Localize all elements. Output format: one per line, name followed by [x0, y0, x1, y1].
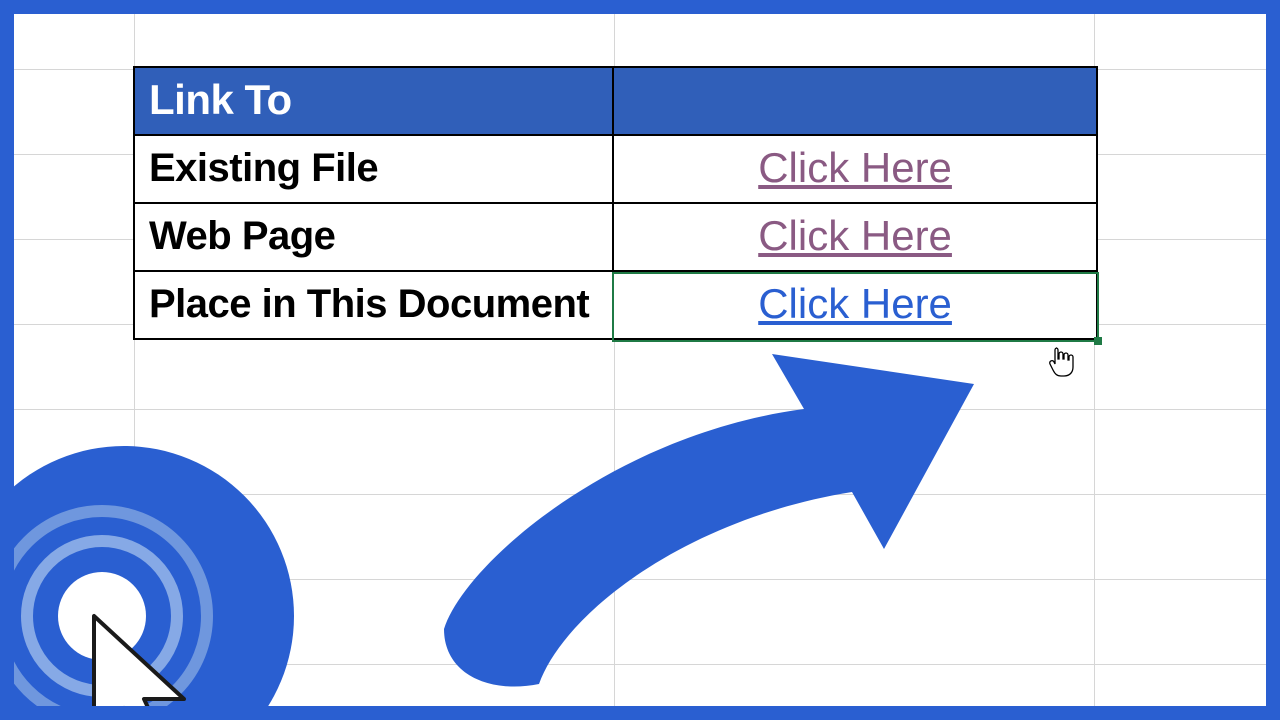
table-row: Place in This Document Click Here: [134, 271, 1097, 339]
row-label-place-in-document[interactable]: Place in This Document: [134, 271, 613, 339]
row-label-existing-file[interactable]: Existing File: [134, 135, 613, 203]
cell-link-existing-file[interactable]: Click Here: [613, 135, 1097, 203]
header-blank: [613, 67, 1097, 135]
spreadsheet-area: Link To Existing File Click Here Web Pag…: [14, 14, 1266, 706]
hyperlink-web-page[interactable]: Click Here: [758, 212, 952, 259]
row-label-web-page[interactable]: Web Page: [134, 203, 613, 271]
hyperlink-place-in-document[interactable]: Click Here: [758, 280, 952, 327]
thumbnail-frame: Link To Existing File Click Here Web Pag…: [0, 0, 1280, 720]
cell-link-web-page[interactable]: Click Here: [613, 203, 1097, 271]
hyperlink-existing-file[interactable]: Click Here: [758, 144, 952, 191]
hyperlink-examples-table: Link To Existing File Click Here Web Pag…: [133, 66, 1098, 340]
table-row: Existing File Click Here: [134, 135, 1097, 203]
table-row: Web Page Click Here: [134, 203, 1097, 271]
header-link-to: Link To: [134, 67, 613, 135]
cell-link-place-in-document[interactable]: Click Here: [613, 271, 1097, 339]
